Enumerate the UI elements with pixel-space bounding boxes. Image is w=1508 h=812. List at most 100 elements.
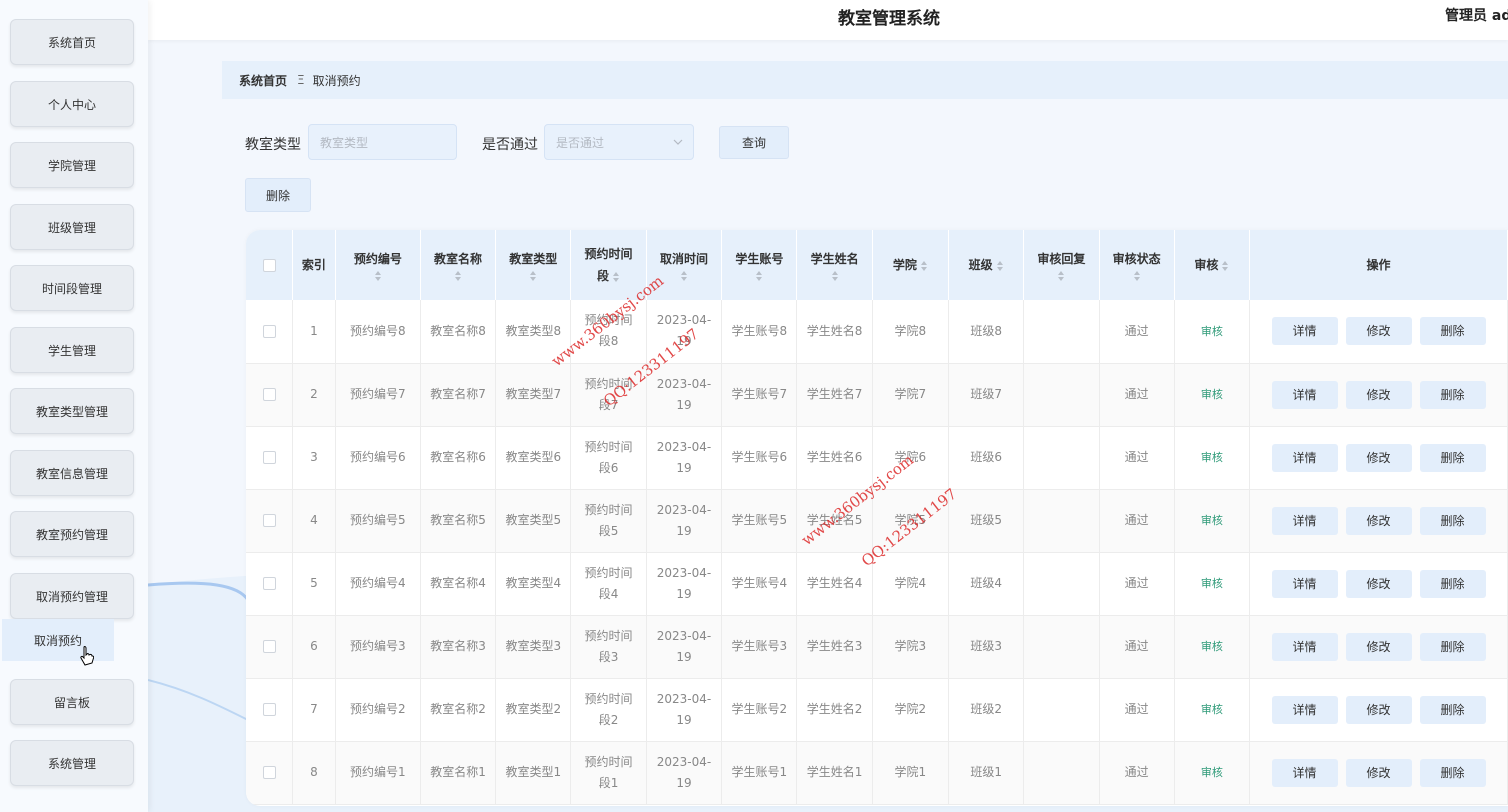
sort-icon [680,271,687,281]
col-class[interactable]: 班级 [948,230,1025,300]
col-time-slot[interactable]: 预约时间段 [570,230,647,300]
audit-link[interactable]: 审核 [1201,766,1223,779]
detail-button[interactable]: 详情 [1271,443,1338,472]
col-room-type[interactable]: 教室类型 [495,230,572,300]
edit-button[interactable]: 修改 [1345,506,1412,535]
table-header-row: 索引 预约编号 教室名称 教室类型 预约时间段 取消时间 学生账号 学生姓名 学… [246,230,1508,300]
audit-link[interactable]: 审核 [1201,514,1223,527]
cell-class: 班级1 [948,741,1025,805]
query-button[interactable]: 查询 [719,126,789,159]
delete-button[interactable]: 删除 [1419,758,1486,787]
row-checkbox[interactable] [262,703,276,716]
top-header: 教室管理系统 管理员 ad [148,0,1508,40]
edit-button[interactable]: 修改 [1345,758,1412,787]
row-checkbox[interactable] [262,640,276,653]
cell-text: 2023-04- [656,502,712,517]
col-label: 教室名称 [434,252,483,266]
cell-room-type: 教室类型3 [495,615,572,679]
edit-button[interactable]: 修改 [1345,632,1412,661]
cell-student-name: 学生姓名8 [796,300,873,364]
delete-button[interactable]: 删除 [1419,695,1486,724]
sidebar-item-room-type[interactable]: 教室类型管理 [10,388,134,434]
col-reply[interactable]: 审核回复 [1023,230,1100,300]
cell-text: 19 [676,775,692,790]
edit-button[interactable]: 修改 [1345,317,1412,346]
col-label: 审核回复 [1037,252,1086,266]
cell-reply [1023,552,1100,616]
sidebar-item-label: 系统首页 [47,35,96,50]
row-checkbox[interactable] [262,324,276,338]
row-checkbox[interactable] [262,766,276,779]
audit-link[interactable]: 审核 [1201,577,1223,590]
col-student-name[interactable]: 学生姓名 [796,230,873,300]
table-row: 4 预约编号5 教室名称5 教室类型5 预约时间 段5 2023-04- 19 学生账号5 学生姓… [246,489,1508,553]
cell-cancel-time: 2023-04- 19 [646,615,723,679]
passed-select[interactable]: 是否通过 [544,124,694,160]
col-student-account[interactable]: 学生账号 [721,230,798,300]
sidebar-item-profile[interactable]: 个人中心 [10,81,134,127]
audit-link[interactable]: 审核 [1201,388,1223,401]
audit-link[interactable]: 审核 [1201,703,1223,716]
sidebar-item-message-board[interactable]: 留言板 [10,679,134,725]
cell-college: 学院6 [872,426,950,490]
detail-button[interactable]: 详情 [1271,695,1338,724]
sidebar-item-student[interactable]: 学生管理 [10,327,134,373]
col-room-name[interactable]: 教室名称 [420,230,497,300]
sidebar-item-cancel-booking[interactable]: 取消预约管理 [10,573,134,619]
detail-button[interactable]: 详情 [1271,380,1338,409]
table-row: 6 预约编号3 教室名称3 教室类型3 预约时间 段3 2023-04- 19 学生账号3 学生姓… [246,615,1508,679]
col-cancel-time[interactable]: 取消时间 [646,230,723,300]
audit-link[interactable]: 审核 [1201,451,1223,464]
sidebar-item-label: 留言板 [53,695,90,710]
col-status[interactable]: 审核状态 [1099,230,1175,300]
cell-room-name: 教室名称5 [420,489,497,553]
sidebar-item-label: 取消预约管理 [35,589,108,604]
sidebar-item-system[interactable]: 系统管理 [10,740,134,786]
cell-index: 5 [292,552,336,616]
cell-class: 班级4 [948,552,1025,616]
cell-audit: 审核 [1174,552,1251,616]
select-all-checkbox[interactable] [262,258,276,272]
sidebar-item-booking[interactable]: 教室预约管理 [10,511,134,557]
col-booking-no[interactable]: 预约编号 [335,230,421,300]
col-label: 预约时间 [584,247,633,261]
cell-room-name: 教室名称4 [420,552,497,616]
edit-button[interactable]: 修改 [1345,569,1412,598]
edit-button[interactable]: 修改 [1345,443,1412,472]
audit-link[interactable]: 审核 [1201,325,1223,338]
sidebar-item-home[interactable]: 系统首页 [10,19,134,65]
row-checkbox[interactable] [262,388,276,401]
delete-button[interactable]: 删除 [1419,569,1486,598]
sidebar-item-class[interactable]: 班级管理 [10,204,134,250]
delete-button[interactable]: 删除 [1419,380,1486,409]
breadcrumb-home[interactable]: 系统首页 [239,72,287,89]
batch-delete-button[interactable]: 删除 [245,178,311,212]
cell-text: 预约时间 [584,565,633,580]
edit-button[interactable]: 修改 [1345,695,1412,724]
sidebar-item-college[interactable]: 学院管理 [10,142,134,188]
user-name[interactable]: 管理员 ad [1445,5,1508,25]
sidebar-item-room-info[interactable]: 教室信息管理 [10,450,134,496]
col-college[interactable]: 学院 [872,230,950,300]
cell-audit: 审核 [1174,489,1251,553]
submenu-item-cancel-booking[interactable]: 取消预约 [2,619,114,661]
detail-button[interactable]: 详情 [1271,569,1338,598]
col-audit[interactable]: 审核 [1174,230,1251,300]
detail-button[interactable]: 详情 [1271,758,1338,787]
row-checkbox[interactable] [262,577,276,590]
audit-link[interactable]: 审核 [1201,640,1223,653]
edit-button[interactable]: 修改 [1345,380,1412,409]
cell-text: 段5 [598,523,619,538]
row-checkbox[interactable] [262,451,276,464]
delete-button[interactable]: 删除 [1419,443,1486,472]
row-checkbox[interactable] [262,514,276,527]
delete-button[interactable]: 删除 [1419,632,1486,661]
detail-button[interactable]: 详情 [1271,317,1338,346]
room-type-input[interactable]: 教室类型 [308,124,457,160]
sidebar-item-timeslot[interactable]: 时间段管理 [10,265,134,311]
sidebar-item-label: 系统管理 [47,756,96,771]
detail-button[interactable]: 详情 [1271,632,1338,661]
delete-button[interactable]: 删除 [1419,506,1486,535]
detail-button[interactable]: 详情 [1271,506,1338,535]
delete-button[interactable]: 删除 [1419,317,1486,346]
